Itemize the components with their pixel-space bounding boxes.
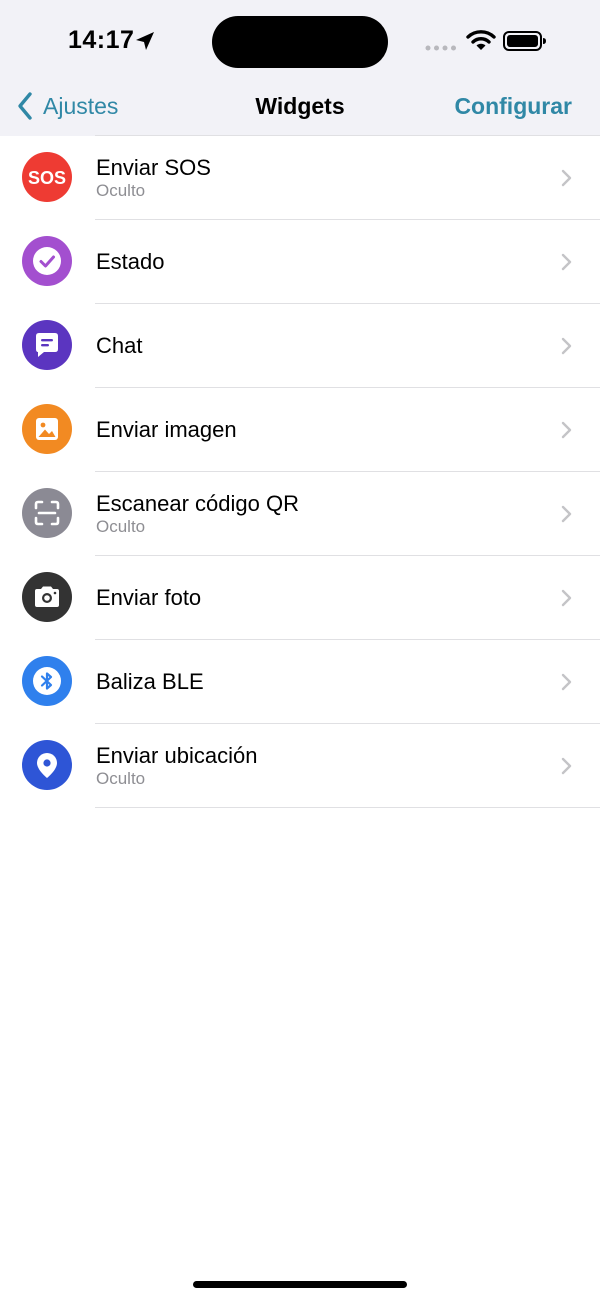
bluetooth-icon [22,656,72,706]
location-pin-icon [22,740,72,790]
row-divider [95,807,600,808]
sos-icon-text: SOS [28,168,66,188]
chevron-left-icon [18,92,32,120]
widget-row-chat[interactable]: Chat [0,304,600,388]
chevron-right-icon [561,169,572,187]
widget-row-estado[interactable]: Estado [0,220,600,304]
widget-title: Estado [96,248,165,274]
configure-button[interactable]: Configurar [454,93,572,120]
chevron-right-icon [561,253,572,271]
chat-bubble-icon [22,320,72,370]
widget-subtitle: Oculto [96,180,146,200]
check-icon [22,236,72,286]
chevron-right-icon [561,757,572,775]
image-icon [22,404,72,454]
back-button[interactable]: Ajustes [16,90,118,122]
widget-row-baliza-ble[interactable]: Baliza BLE [0,640,600,724]
camera-icon [22,572,72,622]
widget-subtitle: Oculto [96,516,146,536]
widget-list: SOS Enviar SOS Oculto Estado Chat Enviar… [0,136,600,808]
widget-title: Enviar SOS [96,154,211,180]
widget-title: Baliza BLE [96,668,204,694]
home-indicator[interactable] [193,1281,407,1288]
chevron-right-icon [561,421,572,439]
qr-scan-icon [22,488,72,538]
sos-icon: SOS [22,152,72,202]
widget-row-enviar-ubicacion[interactable]: Enviar ubicación Oculto [0,724,600,808]
status-bar: 14:17 [0,0,600,76]
chevron-right-icon [561,673,572,691]
location-arrow-icon [136,32,154,50]
status-time: 14:17 [68,26,135,54]
widget-row-sos[interactable]: SOS Enviar SOS Oculto [0,136,600,220]
back-label: Ajustes [43,92,119,119]
widget-row-escanear-qr[interactable]: Escanear código QR Oculto [0,472,600,556]
wifi-icon [466,30,496,50]
dynamic-island [212,16,388,68]
widget-title: Enviar ubicación [96,742,258,768]
widget-title: Escanear código QR [96,490,299,516]
chevron-right-icon [561,337,572,355]
cellular-signal-icon [425,45,456,51]
widget-row-enviar-imagen[interactable]: Enviar imagen [0,388,600,472]
widget-row-enviar-foto[interactable]: Enviar foto [0,556,600,640]
widget-subtitle: Oculto [96,768,146,788]
widget-title: Enviar foto [96,584,202,610]
widget-title: Enviar imagen [96,416,237,442]
chevron-right-icon [561,589,572,607]
navigation-bar: Ajustes Widgets Configurar [0,76,600,136]
chevron-right-icon [561,505,572,523]
widget-title: Chat [96,332,143,358]
battery-icon [503,31,546,51]
